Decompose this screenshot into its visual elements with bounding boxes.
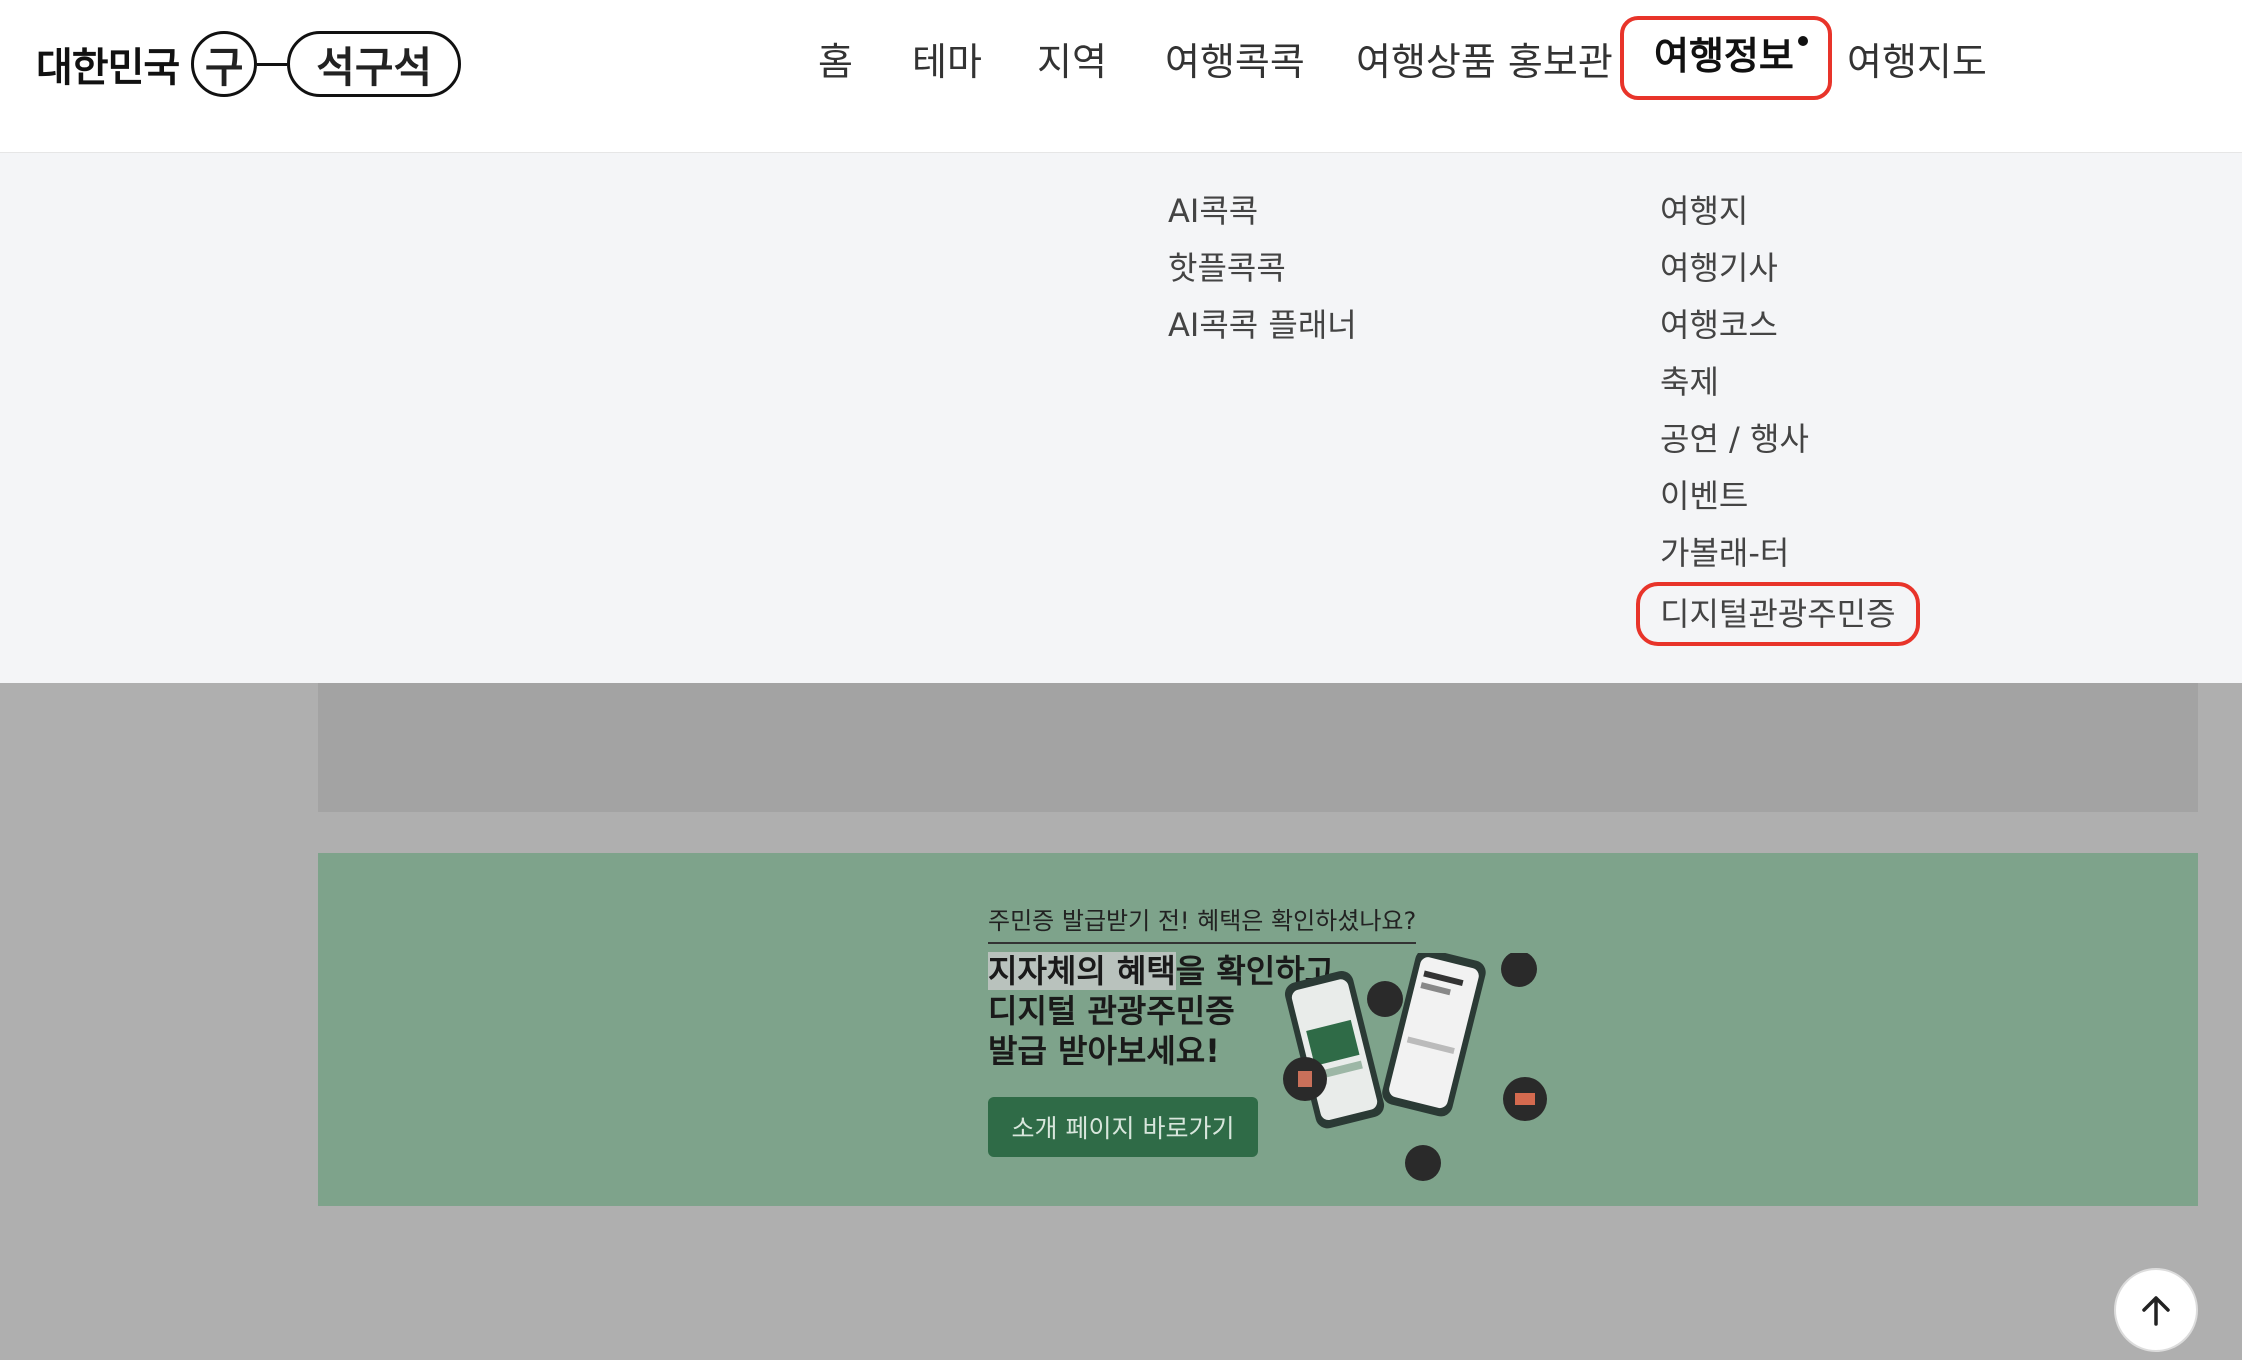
logo-connector xyxy=(257,62,288,66)
nav-travel-kokkok[interactable]: 여행콕콕 xyxy=(1165,22,1305,102)
nav-home[interactable]: 홈 xyxy=(818,22,853,102)
phone-illustration-icon xyxy=(1283,953,1547,1181)
content-placeholder xyxy=(318,682,2198,812)
logo-text: 대한민국 xyxy=(36,45,180,91)
resident-card-banner: 주민증 발급받기 전! 혜택은 확인하셨나요? 지자체의 혜택을 확인하고, 디… xyxy=(318,853,2198,1206)
menu-ai-planner[interactable]: AI콕콕 플래너 xyxy=(1168,297,1357,354)
nav-region[interactable]: 지역 xyxy=(1037,22,1107,102)
menu-events[interactable]: 이벤트 xyxy=(1660,468,1920,525)
site-logo[interactable]: 대한민국 구 석구석 xyxy=(36,28,462,100)
logo-pill-text: 석구석 xyxy=(287,31,462,97)
nav-dropdown: AI콕콕 핫플콕콕 AI콕콕 플래너 여행지 여행기사 여행코스 축제 공연 /… xyxy=(0,152,2242,683)
banner-subtitle: 주민증 발급받기 전! 혜택은 확인하셨나요? xyxy=(988,901,1417,944)
menu-performances[interactable]: 공연 / 행사 xyxy=(1660,411,1920,468)
menu-festivals[interactable]: 축제 xyxy=(1660,354,1920,411)
site-header: 대한민국 구 석구석 홈 테마 지역 여행콕콕 여행상품 홍보관 여행정보 여행… xyxy=(0,0,2242,152)
menu-ai-kokkok[interactable]: AI콕콕 xyxy=(1168,183,1357,240)
arrow-up-icon xyxy=(2142,1296,2170,1326)
dropdown-col-kokkok: AI콕콕 핫플콕콕 AI콕콕 플래너 xyxy=(1168,183,1357,354)
menu-articles[interactable]: 여행기사 xyxy=(1660,240,1920,297)
banner-title-highlight: 지자체의 혜택 xyxy=(988,952,1176,990)
active-dot-icon xyxy=(1797,36,1808,46)
intro-page-button[interactable]: 소개 페이지 바로가기 xyxy=(988,1097,1258,1157)
nav-travel-info[interactable]: 여행정보 xyxy=(1620,16,1832,100)
dropdown-col-travel-info: 여행지 여행기사 여행코스 축제 공연 / 행사 이벤트 가볼래-터 디지털관광… xyxy=(1636,183,1920,646)
nav-travel-info-label: 여행정보 xyxy=(1654,34,1794,78)
nav-travel-map[interactable]: 여행지도 xyxy=(1847,22,1987,102)
scroll-top-button[interactable] xyxy=(2114,1268,2198,1352)
nav-travel-products[interactable]: 여행상품 홍보관 xyxy=(1356,22,1613,102)
logo-circle-char: 구 xyxy=(191,31,258,97)
menu-courses[interactable]: 여행코스 xyxy=(1660,297,1920,354)
menu-destinations[interactable]: 여행지 xyxy=(1660,183,1920,240)
menu-hotple-kokkok[interactable]: 핫플콕콕 xyxy=(1168,240,1357,297)
nav-theme[interactable]: 테마 xyxy=(912,22,982,102)
menu-gabollae-teo[interactable]: 가볼래-터 xyxy=(1660,525,1920,582)
menu-digital-resident-card[interactable]: 디지털관광주민증 xyxy=(1636,582,1920,646)
